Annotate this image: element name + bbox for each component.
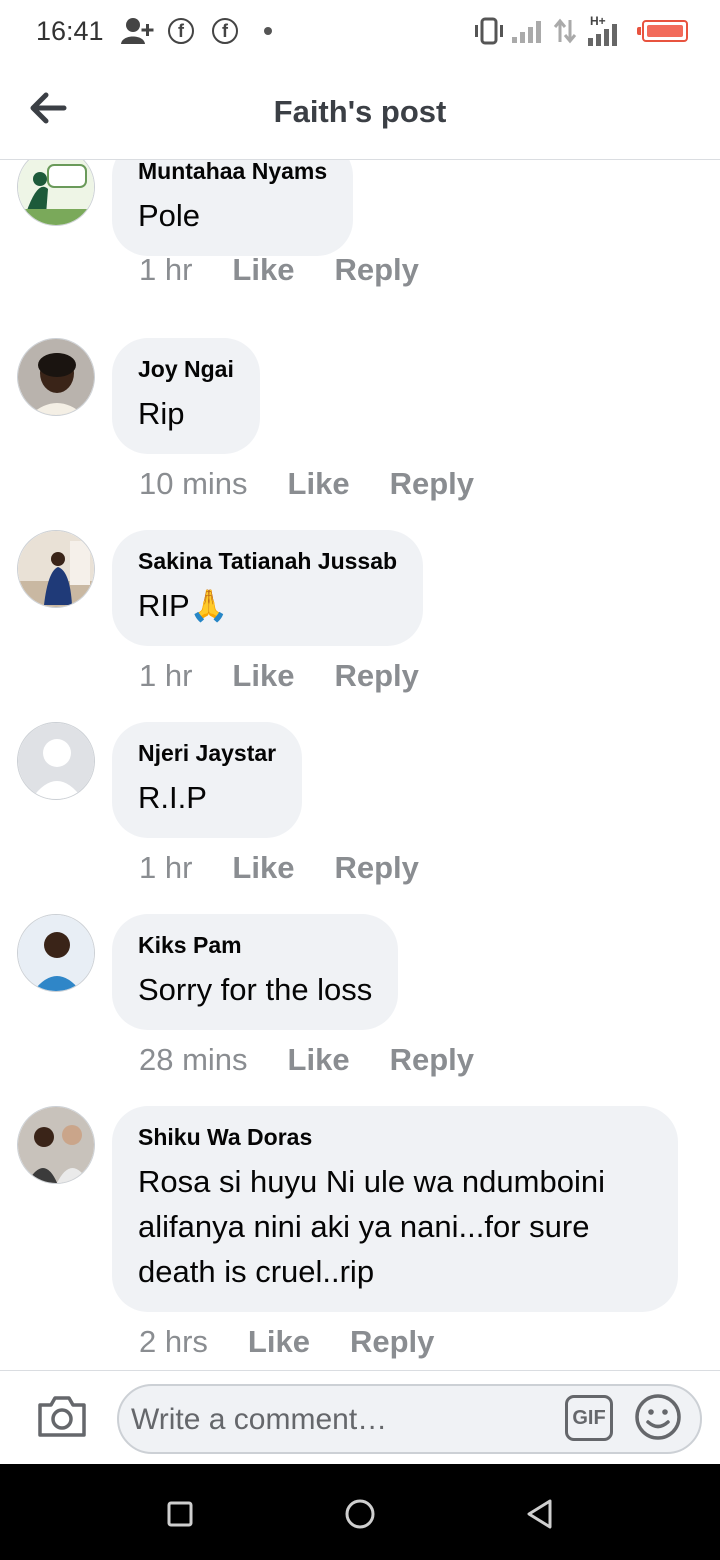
comment-input[interactable] — [131, 1398, 551, 1442]
avatar[interactable] — [17, 530, 95, 608]
avatar[interactable] — [17, 160, 95, 226]
page-title: Faith's post — [273, 94, 447, 129]
comment-composer: GIF — [0, 1370, 720, 1464]
square-icon — [167, 1501, 193, 1527]
facebook-icon: f — [168, 16, 194, 46]
comment-time[interactable]: 28 mins — [139, 1042, 248, 1078]
comment-author[interactable]: Sakina Tatianah Jussab — [138, 548, 397, 575]
signal-icon — [512, 16, 541, 46]
like-button[interactable]: Like — [288, 1042, 350, 1078]
comment-time[interactable]: 2 hrs — [139, 1324, 208, 1360]
circle-icon — [345, 1499, 375, 1529]
comment-actions: 1 hr Like Reply — [139, 252, 419, 288]
default-avatar-icon — [18, 723, 94, 799]
comment-time[interactable]: 1 hr — [139, 850, 192, 886]
like-button[interactable]: Like — [232, 850, 294, 886]
status-bar: 16:41 f f H+ — [0, 0, 720, 66]
hplus-signal-icon: H+ — [588, 14, 617, 46]
gif-button[interactable]: GIF — [565, 1395, 613, 1441]
data-arrows-icon — [553, 16, 577, 46]
comment-text: Pole — [138, 198, 201, 233]
comment-actions: 10 mins Like Reply — [139, 466, 474, 502]
comment-actions: 1 hr Like Reply — [139, 658, 419, 694]
dot-icon — [264, 16, 272, 46]
facebook-icon: f — [212, 16, 238, 46]
avatar[interactable] — [17, 722, 95, 800]
comments-list[interactable]: Muntahaa Nyams Pole 1 hr Like Reply Joy … — [0, 160, 720, 1370]
reply-button[interactable]: Reply — [390, 466, 474, 502]
avatar[interactable] — [17, 1106, 95, 1184]
comment-text: Rosa si huyu Ni ule wa ndumboini alifany… — [138, 1164, 605, 1289]
comment-author[interactable]: Shiku Wa Doras — [138, 1124, 652, 1151]
add-person-icon — [120, 16, 154, 46]
reply-button[interactable]: Reply — [334, 658, 418, 694]
camera-icon — [38, 1396, 86, 1437]
avatar[interactable] — [17, 338, 95, 416]
comment-time[interactable]: 1 hr — [139, 252, 192, 288]
comment-text: Rip — [138, 396, 185, 431]
comment-actions: 28 mins Like Reply — [139, 1042, 474, 1078]
comment-time[interactable]: 1 hr — [139, 658, 192, 694]
system-nav-bar — [0, 1464, 720, 1560]
post-header: Faith's post — [0, 66, 720, 160]
comment-author[interactable]: Kiks Pam — [138, 932, 372, 959]
like-button[interactable]: Like — [232, 658, 294, 694]
back-nav-button[interactable] — [520, 1494, 560, 1534]
comment-bubble[interactable]: Muntahaa Nyams Pole — [112, 160, 354, 256]
comment-text: Sorry for the loss — [138, 972, 373, 1007]
comment-text: RIP🙏 — [138, 588, 229, 623]
comment-bubble[interactable]: Sakina Tatianah Jussab RIP🙏 — [112, 530, 424, 646]
comment-author[interactable]: Joy Ngai — [138, 356, 234, 383]
home-button[interactable] — [340, 1494, 380, 1534]
like-button[interactable]: Like — [232, 252, 294, 288]
comment-actions: 1 hr Like Reply — [139, 850, 419, 886]
triangle-back-icon — [527, 1499, 552, 1529]
comment-input-box[interactable]: GIF — [117, 1384, 702, 1454]
comment-bubble[interactable]: Shiku Wa Doras Rosa si huyu Ni ule wa nd… — [112, 1106, 678, 1312]
comment-bubble[interactable]: Njeri Jaystar R.I.P — [112, 722, 303, 838]
vibrate-icon — [472, 16, 506, 46]
comment-actions: 2 hrs Like Reply — [139, 1324, 434, 1360]
reply-button[interactable]: Reply — [350, 1324, 434, 1360]
status-time: 16:41 — [36, 16, 104, 46]
hplus-label: H+ — [590, 14, 606, 28]
camera-button[interactable] — [36, 1393, 88, 1439]
reply-button[interactable]: Reply — [390, 1042, 474, 1078]
comment-text: R.I.P — [138, 780, 207, 815]
reply-button[interactable]: Reply — [334, 252, 418, 288]
emoji-button[interactable] — [634, 1393, 682, 1441]
comment-time[interactable]: 10 mins — [139, 466, 248, 502]
battery-icon — [637, 16, 688, 46]
like-button[interactable]: Like — [248, 1324, 310, 1360]
like-button[interactable]: Like — [288, 466, 350, 502]
comment-bubble[interactable]: Joy Ngai Rip — [112, 338, 260, 454]
reply-button[interactable]: Reply — [334, 850, 418, 886]
comment-bubble[interactable]: Kiks Pam Sorry for the loss — [112, 914, 399, 1030]
comment-author[interactable]: Njeri Jaystar — [138, 740, 276, 767]
recents-button[interactable] — [160, 1494, 200, 1534]
comment-author[interactable]: Muntahaa Nyams — [138, 160, 327, 185]
avatar[interactable] — [17, 914, 95, 992]
emoji-icon — [635, 1394, 681, 1440]
